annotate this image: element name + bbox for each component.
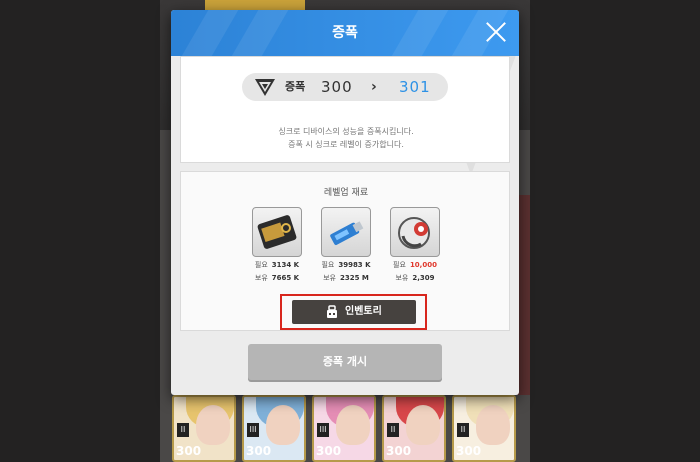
background-dim-right bbox=[530, 0, 700, 462]
required-amount-insufficient: 10,000 bbox=[409, 261, 437, 269]
owned-label: 보유 bbox=[323, 274, 336, 282]
character-face bbox=[476, 405, 510, 445]
character-rank: II bbox=[177, 423, 189, 437]
close-icon[interactable] bbox=[485, 21, 507, 43]
required-line: 필요 39983 K bbox=[306, 260, 386, 270]
dialog-title: 증폭 bbox=[332, 25, 358, 41]
chevron-right-icon: › bbox=[371, 79, 377, 95]
inventory-label: 인벤토리 bbox=[345, 306, 382, 317]
owned-line: 보유 2,309 bbox=[375, 273, 455, 283]
character-rank: II bbox=[387, 423, 399, 437]
inventory-button[interactable]: 인벤토리 bbox=[292, 300, 416, 324]
character-level: 300 bbox=[176, 444, 202, 458]
amplify-label: 증폭 bbox=[285, 80, 306, 93]
amplify-level-pill: 증폭 300 › 301 bbox=[242, 73, 448, 101]
required-amount: 39983 K bbox=[338, 261, 371, 269]
amplify-dialog: 증폭 증폭 300 › 301 싱크로 디바이스의 성능을 증폭시킵니다. 증폭… bbox=[171, 10, 519, 395]
character-card: III 300 bbox=[312, 395, 376, 462]
required-line: 필요 3134 K bbox=[237, 260, 317, 270]
inventory-icon bbox=[327, 305, 337, 318]
required-line: 필요 10,000 bbox=[375, 260, 455, 270]
background-dim-left bbox=[0, 0, 160, 462]
dialog-header: 증폭 bbox=[171, 10, 519, 56]
material-tile[interactable] bbox=[390, 207, 440, 257]
required-label: 필요 bbox=[321, 261, 335, 269]
required-label: 필요 bbox=[254, 261, 268, 269]
core-orb-icon bbox=[398, 217, 430, 249]
character-card: II 300 bbox=[382, 395, 446, 462]
description-line: 싱크로 디바이스의 성능을 증폭시킵니다. bbox=[278, 127, 414, 136]
owned-label: 보유 bbox=[395, 274, 409, 282]
materials-title: 레벨업 재료 bbox=[323, 188, 369, 198]
owned-amount: 7665 K bbox=[271, 274, 300, 282]
character-face bbox=[406, 405, 440, 445]
start-amplify-button[interactable]: 증폭 개시 bbox=[248, 344, 442, 380]
owned-label: 보유 bbox=[254, 274, 268, 282]
material-tile[interactable] bbox=[321, 207, 371, 257]
character-face bbox=[196, 405, 230, 445]
character-level: 300 bbox=[316, 444, 342, 458]
character-rank: III bbox=[247, 423, 259, 437]
character-card: III 300 bbox=[242, 395, 306, 462]
character-card-row: II 300 III 300 III 300 II 300 II 300 bbox=[172, 395, 524, 462]
character-card: II 300 bbox=[452, 395, 516, 462]
character-face bbox=[336, 405, 370, 445]
material-item: 필요 3134 K 보유 7665 K bbox=[252, 207, 302, 283]
description-line: 증폭 시 싱크로 레벨이 증가합니다. bbox=[288, 140, 404, 149]
required-amount: 3134 K bbox=[271, 261, 300, 269]
chip-card-icon bbox=[257, 215, 297, 249]
material-item: 필요 10,000 보유 2,309 bbox=[390, 207, 440, 283]
owned-amount: 2325 M bbox=[340, 274, 369, 282]
character-level: 300 bbox=[386, 444, 412, 458]
material-tile[interactable] bbox=[252, 207, 302, 257]
character-card: II 300 bbox=[172, 395, 236, 462]
synchro-emblem-icon bbox=[255, 79, 275, 96]
required-label: 필요 bbox=[393, 261, 406, 269]
next-level: 301 bbox=[399, 78, 431, 96]
start-amplify-label: 증폭 개시 bbox=[322, 355, 368, 368]
owned-line: 보유 2325 M bbox=[306, 273, 386, 283]
levelup-materials-panel: 레벨업 재료 필요 3134 K 보유 7665 K 필요 39983 K 보유… bbox=[180, 171, 510, 331]
amplify-info-panel: 증폭 300 › 301 싱크로 디바이스의 성능을 증폭시킵니다. 증폭 시 … bbox=[180, 56, 510, 163]
owned-line: 보유 7665 K bbox=[237, 273, 317, 283]
character-face bbox=[266, 405, 300, 445]
character-rank: III bbox=[317, 423, 329, 437]
character-rank: II bbox=[457, 423, 469, 437]
current-level: 300 bbox=[321, 78, 353, 96]
character-level: 300 bbox=[456, 444, 482, 458]
usb-drive-icon bbox=[330, 221, 364, 245]
inventory-highlight: 인벤토리 bbox=[280, 294, 427, 330]
material-item: 필요 39983 K 보유 2325 M bbox=[321, 207, 371, 283]
owned-amount: 2,309 bbox=[412, 274, 435, 282]
character-level: 300 bbox=[246, 444, 272, 458]
